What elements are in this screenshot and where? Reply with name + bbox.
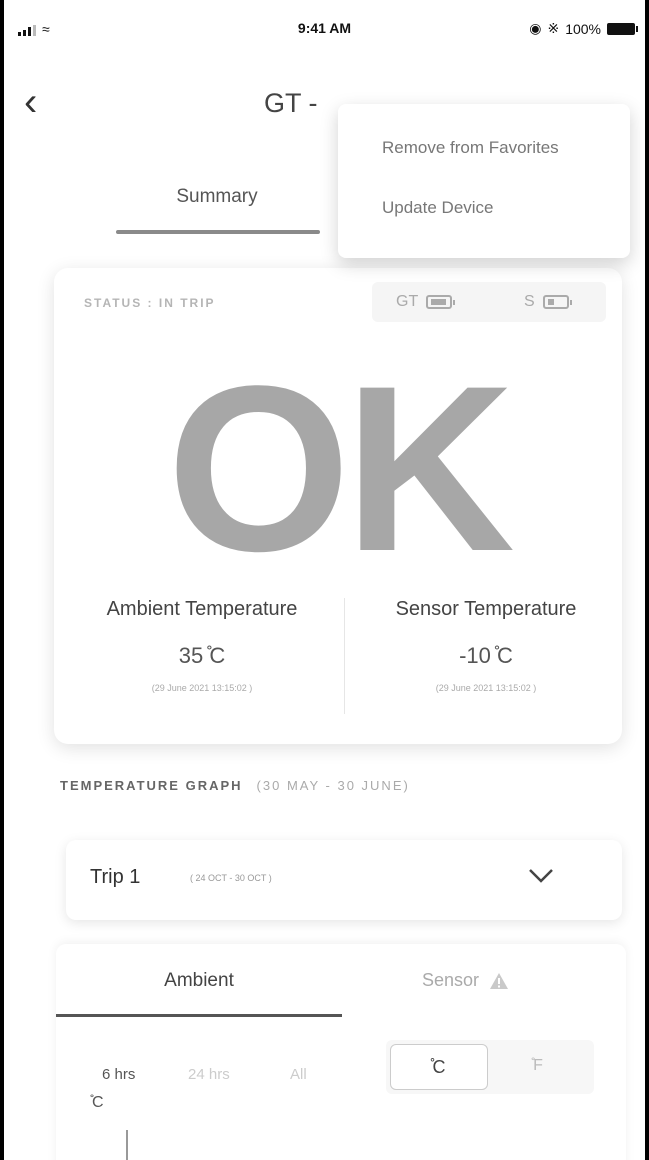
warning-icon (490, 972, 509, 989)
y-axis-line (126, 1130, 128, 1160)
update-device-item[interactable]: Update Device (382, 198, 494, 218)
trip-name: Trip 1 (90, 866, 141, 888)
app-screen: ≈ 9:41 AM ◉ ※ 100% ‹ GT - Summary STATUS… (4, 0, 645, 1160)
tab-summary-indicator (116, 230, 320, 234)
alarm-icon: ◉ (529, 20, 542, 36)
trip-selector[interactable]: Trip 1 ( 24 OCT - 30 OCT ) (66, 840, 622, 920)
gt-label: GT (396, 293, 419, 310)
axis-unit-label: ̊C (92, 1094, 104, 1111)
remove-from-favorites-item[interactable]: Remove from Favorites (382, 138, 559, 158)
range-all[interactable]: All (290, 1066, 307, 1083)
sensor-value: -10 ̊C (459, 643, 513, 668)
status-card: STATUS : IN TRIP GT S OK Ambient Tempera… (54, 268, 622, 744)
ambient-timestamp: (29 June 2021 13:15:02 ) (151, 683, 253, 693)
battery-percent: 100% (565, 20, 601, 37)
tab-summary[interactable]: Summary (114, 186, 320, 208)
range-24-hrs[interactable]: 24 hrs (188, 1066, 230, 1083)
battery-icon (607, 22, 638, 35)
status-bar: ≈ 9:41 AM ◉ ※ 100% (4, 0, 645, 56)
unit-fahrenheit-button[interactable]: ̊F (490, 1044, 586, 1088)
graph-label: TEMPERATURE GRAPH (60, 778, 243, 793)
graph-range: (30 MAY - 30 JUNE) (256, 778, 410, 793)
unit-celsius-button[interactable]: ̊C (390, 1044, 488, 1090)
options-menu: Remove from Favorites Update Device (338, 104, 630, 258)
chevron-down-icon (529, 869, 553, 883)
tab-sensor-label: Sensor (422, 970, 480, 990)
tab-ambient[interactable]: Ambient (56, 970, 342, 992)
s-battery: S (524, 293, 572, 311)
sensor-timestamp: (29 June 2021 13:15:02 ) (435, 683, 537, 693)
big-status: OK (167, 337, 515, 601)
tab-ambient-indicator (56, 1014, 342, 1017)
back-button[interactable]: ‹ (24, 82, 37, 122)
gt-battery-icon (426, 295, 456, 309)
ambient-temperature: Ambient Temperature 35 ̊C (29 June 2021 … (60, 598, 344, 693)
graph-card: Ambient Sensor 6 hrs 24 hrs All ̊C ̊F ̊C (56, 944, 626, 1160)
ambient-label: Ambient Temperature (106, 598, 298, 620)
temperature-graph-heading: TEMPERATURE GRAPH (30 MAY - 30 JUNE) (60, 778, 410, 793)
sensor-label: Sensor Temperature (395, 598, 577, 620)
bluetooth-icon: ※ (547, 20, 560, 36)
chevron-left-icon: ‹ (24, 80, 38, 124)
s-label: S (524, 293, 535, 310)
sensor-temperature: Sensor Temperature -10 ̊C (29 June 2021 … (344, 598, 628, 693)
s-battery-icon (542, 295, 572, 309)
page-title: GT - (264, 88, 318, 118)
status-right: ◉ ※ 100% (529, 20, 638, 37)
tab-sensor[interactable]: Sensor (422, 970, 509, 991)
gt-battery: GT (396, 293, 456, 311)
unit-toggle: ̊C ̊F (386, 1040, 594, 1094)
trip-range: ( 24 OCT - 30 OCT ) (190, 873, 272, 883)
ambient-value: 35 ̊C (178, 643, 226, 668)
status-label: STATUS : IN TRIP (84, 296, 216, 310)
battery-indicators: GT S (372, 282, 606, 322)
range-6-hrs[interactable]: 6 hrs (102, 1066, 135, 1083)
